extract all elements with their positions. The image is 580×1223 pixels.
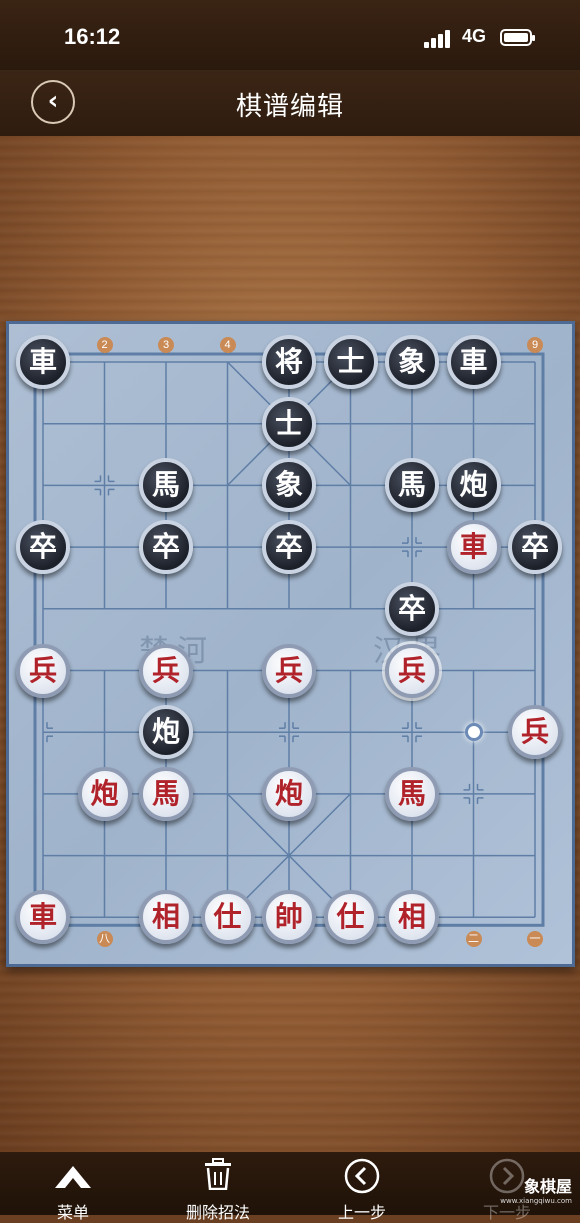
red-piece[interactable]: 炮: [77, 766, 132, 821]
status-bar: 16:12 4G: [0, 0, 580, 70]
status-time: 16:12: [64, 24, 121, 49]
red-piece[interactable]: 兵: [139, 643, 193, 698]
watermark-url: www.xiangqiwu.com: [500, 1197, 572, 1205]
battery-icon: [500, 29, 535, 46]
prev-step-button[interactable]: 上一步: [307, 1152, 417, 1222]
red-piece[interactable]: 車: [16, 890, 70, 945]
red-piece[interactable]: 仕: [323, 890, 378, 945]
red-piece[interactable]: 炮: [262, 766, 316, 821]
top-file-label: 3: [158, 337, 174, 353]
target-marker[interactable]: [464, 723, 483, 742]
black-piece[interactable]: 炮: [446, 458, 501, 513]
black-piece[interactable]: 卒: [508, 520, 562, 575]
black-piece[interactable]: 将: [262, 335, 316, 389]
prev-step-label: 上一步: [337, 1203, 386, 1222]
red-piece[interactable]: 馬: [385, 766, 439, 821]
bottom-file-label: 二: [465, 931, 482, 947]
black-piece[interactable]: 士: [323, 335, 378, 389]
top-file-label: 4: [219, 337, 236, 353]
red-piece[interactable]: 車: [446, 520, 501, 575]
black-piece[interactable]: 卒: [139, 520, 193, 575]
watermark: 象棋屋 www.xiangqiwu.com: [500, 1173, 572, 1205]
header-bar: ‹ 棋谱编辑: [0, 70, 580, 137]
menu-triangle-icon: [55, 1166, 91, 1188]
black-piece[interactable]: 車: [446, 335, 501, 389]
signal-icon: [424, 30, 454, 48]
red-piece[interactable]: 兵: [385, 643, 439, 698]
page-title: 棋谱编辑: [235, 92, 344, 122]
chevron-left-circle-icon: [344, 1158, 380, 1194]
red-piece[interactable]: 相: [385, 890, 439, 945]
delete-move-label: 删除招法: [185, 1203, 250, 1222]
delete-move-button[interactable]: 删除招法: [163, 1152, 273, 1222]
black-piece[interactable]: 象: [385, 335, 439, 389]
black-piece[interactable]: 卒: [262, 520, 316, 575]
top-file-label: 2: [96, 337, 113, 353]
bottom-toolbar: 菜单 删除招法 上一步 下一步: [0, 1152, 580, 1222]
black-piece[interactable]: 卒: [16, 520, 70, 575]
trash-icon: [205, 1158, 231, 1190]
black-piece[interactable]: 象: [262, 458, 316, 513]
red-piece[interactable]: 帥: [262, 890, 316, 945]
bottom-file-label: 八: [96, 931, 113, 947]
red-piece[interactable]: 相: [139, 890, 193, 945]
black-piece[interactable]: 馬: [139, 458, 193, 513]
bottom-file-label: 一: [527, 931, 543, 947]
red-piece[interactable]: 兵: [508, 705, 562, 760]
black-piece[interactable]: 炮: [139, 705, 193, 760]
black-piece[interactable]: 士: [262, 396, 316, 451]
black-piece[interactable]: 馬: [385, 458, 439, 513]
menu-button[interactable]: 菜单: [18, 1152, 128, 1222]
red-piece[interactable]: 兵: [16, 643, 70, 698]
top-file-label: 9: [527, 337, 543, 353]
red-piece[interactable]: 仕: [200, 890, 255, 945]
black-piece[interactable]: 車: [16, 335, 70, 389]
watermark-text: 象棋屋: [523, 1177, 572, 1196]
network-type: 4G: [462, 26, 487, 46]
menu-label: 菜单: [56, 1203, 89, 1222]
red-piece[interactable]: 兵: [262, 643, 316, 698]
black-piece[interactable]: 卒: [385, 581, 439, 636]
red-piece[interactable]: 馬: [139, 766, 193, 821]
